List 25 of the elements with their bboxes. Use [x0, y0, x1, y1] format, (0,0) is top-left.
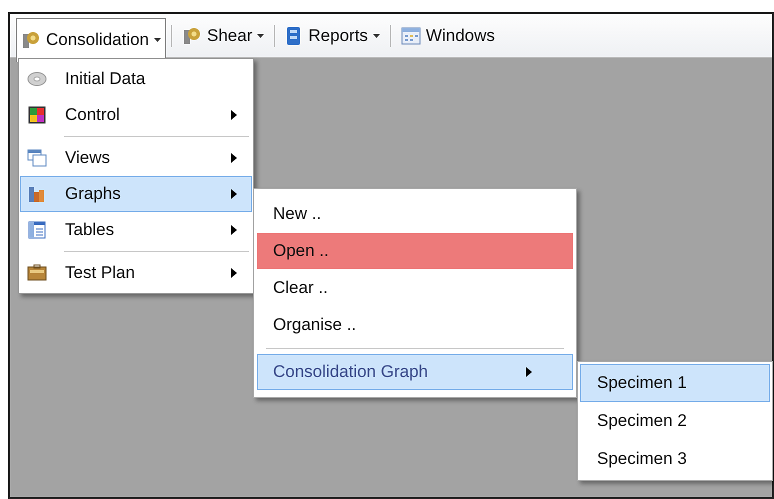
menu-item[interactable]: Open .. — [257, 233, 573, 269]
briefcase-icon — [27, 264, 47, 282]
toolbar-menu-button[interactable]: Windows — [396, 18, 500, 54]
menu-item[interactable]: Specimen 3 — [580, 440, 770, 478]
toolbar-menu-button[interactable]: Reports — [280, 18, 385, 54]
windows-icon — [27, 149, 47, 167]
menu-item[interactable]: Views — [20, 140, 252, 176]
grid-icon — [400, 26, 421, 44]
menu-item[interactable]: Specimen 1 — [580, 364, 770, 402]
menu-item[interactable]: Specimen 2 — [580, 402, 770, 440]
menu-item[interactable]: Initial Data — [20, 61, 252, 97]
menu-item[interactable]: Consolidation Graph — [257, 354, 573, 390]
menu-item[interactable]: Organise .. — [257, 307, 573, 343]
toolbar-menu-button[interactable]: Shear — [177, 18, 270, 54]
toolbar-menu-button[interactable]: Consolidation — [16, 18, 166, 62]
menu-item[interactable]: New .. — [257, 196, 573, 232]
menu-item[interactable]: Graphs — [20, 176, 252, 212]
menu-item[interactable]: Test Plan — [20, 255, 252, 291]
bar-chart-icon — [28, 185, 46, 203]
menu-item[interactable]: Control — [20, 97, 252, 133]
menu-item[interactable]: Tables — [20, 212, 252, 248]
table-icon — [28, 221, 46, 239]
disc-icon — [27, 71, 47, 87]
colour-grid-icon — [28, 106, 46, 124]
menu-item[interactable]: Clear .. — [257, 270, 573, 306]
